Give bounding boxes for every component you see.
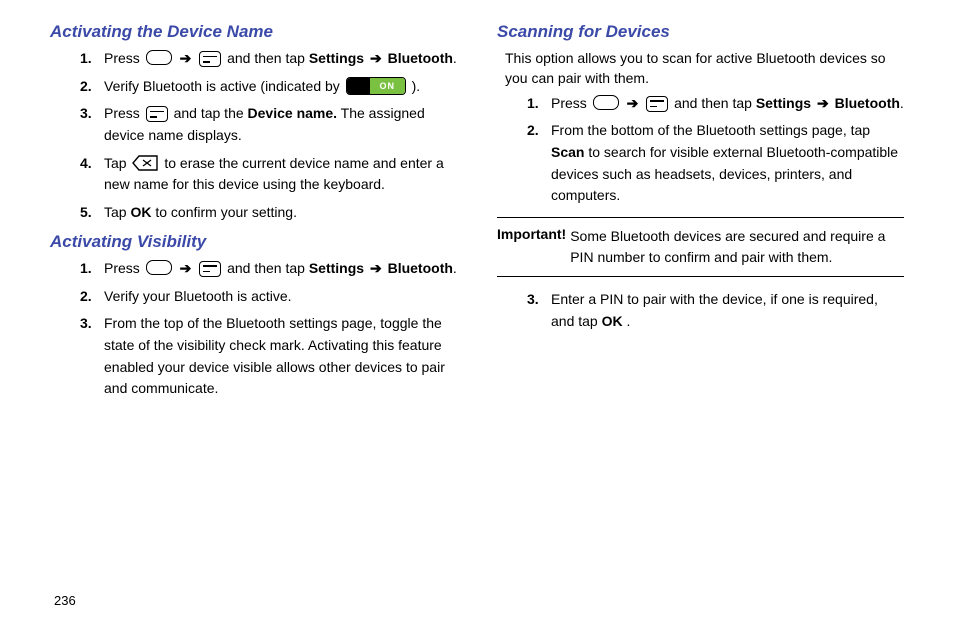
text: Press xyxy=(104,50,144,66)
left-column: Activating the Device Name 1. Press ➔ an… xyxy=(50,18,457,408)
important-note: Important! Some Bluetooth devices are se… xyxy=(497,217,904,277)
text: . xyxy=(627,313,631,329)
heading-activating-device-name: Activating the Device Name xyxy=(50,22,457,42)
arrow-icon: ➔ xyxy=(180,260,192,276)
manual-page: Activating the Device Name 1. Press ➔ an… xyxy=(0,0,954,408)
step-number: 1. xyxy=(80,48,104,70)
step-item: 3. Press and tap the Device name. The as… xyxy=(80,103,457,146)
text: and tap the xyxy=(174,105,248,121)
menu-button-icon xyxy=(199,261,221,277)
step-body: Enter a PIN to pair with the device, if … xyxy=(551,289,904,332)
text: and then tap xyxy=(674,95,756,111)
bold-text: Bluetooth xyxy=(388,50,453,66)
home-button-icon xyxy=(146,50,172,65)
page-number: 236 xyxy=(54,593,76,608)
bold-text: Settings xyxy=(309,50,368,66)
step-body: Press ➔ and then tap Settings ➔ Bluetoot… xyxy=(104,258,457,280)
step-number: 5. xyxy=(80,202,104,224)
text: Tap xyxy=(104,204,130,220)
step-number: 2. xyxy=(527,120,551,207)
menu-button-icon xyxy=(199,51,221,67)
home-button-icon xyxy=(146,260,172,275)
arrow-icon: ➔ xyxy=(370,50,382,66)
text: . xyxy=(453,260,457,276)
step-body: Press and tap the Device name. The assig… xyxy=(104,103,457,146)
text: and then tap xyxy=(227,50,309,66)
step-item: 2. Verify Bluetooth is active (indicated… xyxy=(80,76,457,98)
step-number: 2. xyxy=(80,286,104,308)
bold-text: Scan xyxy=(551,144,584,160)
home-button-icon xyxy=(593,95,619,110)
text: to confirm your setting. xyxy=(155,204,297,220)
text: Press xyxy=(104,260,144,276)
important-label: Important! xyxy=(497,226,566,268)
intro-text: This option allows you to scan for activ… xyxy=(505,48,904,89)
text: Verify Bluetooth is active (indicated by xyxy=(104,78,344,94)
important-text: Some Bluetooth devices are secured and r… xyxy=(570,226,904,268)
step-item: 2. From the bottom of the Bluetooth sett… xyxy=(527,120,904,207)
text: . xyxy=(900,95,904,111)
bold-text: Settings xyxy=(309,260,368,276)
step-item: 1. Press ➔ and then tap Settings ➔ Bluet… xyxy=(80,48,457,70)
step-body: From the top of the Bluetooth settings p… xyxy=(104,313,457,400)
step-item: 3. From the top of the Bluetooth setting… xyxy=(80,313,457,400)
step-body: Press ➔ and then tap Settings ➔ Bluetoot… xyxy=(104,48,457,70)
steps-list: 1. Press ➔ and then tap Settings ➔ Bluet… xyxy=(497,93,904,207)
bold-text: Settings xyxy=(756,95,815,111)
step-body: Verify your Bluetooth is active. xyxy=(104,286,457,308)
step-body: Tap OK to confirm your setting. xyxy=(104,202,457,224)
heading-activating-visibility: Activating Visibility xyxy=(50,232,457,252)
step-number: 3. xyxy=(80,103,104,146)
step-item: 4. Tap to erase the current device name … xyxy=(80,153,457,196)
step-body: Tap to erase the current device name and… xyxy=(104,153,457,196)
step-item: 3. Enter a PIN to pair with the device, … xyxy=(527,289,904,332)
step-item: 2. Verify your Bluetooth is active. xyxy=(80,286,457,308)
step-number: 4. xyxy=(80,153,104,196)
bold-text: Device name. xyxy=(248,105,338,121)
bold-text: Bluetooth xyxy=(388,260,453,276)
step-item: 1. Press ➔ and then tap Settings ➔ Bluet… xyxy=(80,258,457,280)
step-body: Verify Bluetooth is active (indicated by… xyxy=(104,76,457,98)
arrow-icon: ➔ xyxy=(817,95,829,111)
on-toggle-icon: ON xyxy=(346,77,406,95)
text: ). xyxy=(412,78,421,94)
bold-text: OK xyxy=(602,313,623,329)
step-number: 1. xyxy=(527,93,551,115)
heading-scanning-for-devices: Scanning for Devices xyxy=(497,22,904,42)
step-number: 2. xyxy=(80,76,104,98)
bold-text: Bluetooth xyxy=(835,95,900,111)
text: Enter a PIN to pair with the device, if … xyxy=(551,291,878,329)
steps-list: 1. Press ➔ and then tap Settings ➔ Bluet… xyxy=(50,48,457,224)
step-body: Press ➔ and then tap Settings ➔ Bluetoot… xyxy=(551,93,904,115)
arrow-icon: ➔ xyxy=(627,95,639,111)
right-column: Scanning for Devices This option allows … xyxy=(497,18,904,408)
arrow-icon: ➔ xyxy=(180,50,192,66)
menu-button-icon xyxy=(146,106,168,122)
text: Press xyxy=(551,95,591,111)
text: and then tap xyxy=(227,260,309,276)
steps-list: 3. Enter a PIN to pair with the device, … xyxy=(497,289,904,332)
text: to search for visible external Bluetooth… xyxy=(551,144,898,203)
step-number: 3. xyxy=(80,313,104,400)
text: Tap xyxy=(104,155,130,171)
step-number: 1. xyxy=(80,258,104,280)
backspace-icon xyxy=(132,155,158,171)
step-number: 3. xyxy=(527,289,551,332)
menu-button-icon xyxy=(646,96,668,112)
steps-list: 1. Press ➔ and then tap Settings ➔ Bluet… xyxy=(50,258,457,400)
text: Press xyxy=(104,105,144,121)
on-label: ON xyxy=(370,78,405,94)
step-item: 5. Tap OK to confirm your setting. xyxy=(80,202,457,224)
bold-text: OK xyxy=(130,204,151,220)
text: . xyxy=(453,50,457,66)
step-item: 1. Press ➔ and then tap Settings ➔ Bluet… xyxy=(527,93,904,115)
text: From the bottom of the Bluetooth setting… xyxy=(551,122,870,138)
step-body: From the bottom of the Bluetooth setting… xyxy=(551,120,904,207)
arrow-icon: ➔ xyxy=(370,260,382,276)
